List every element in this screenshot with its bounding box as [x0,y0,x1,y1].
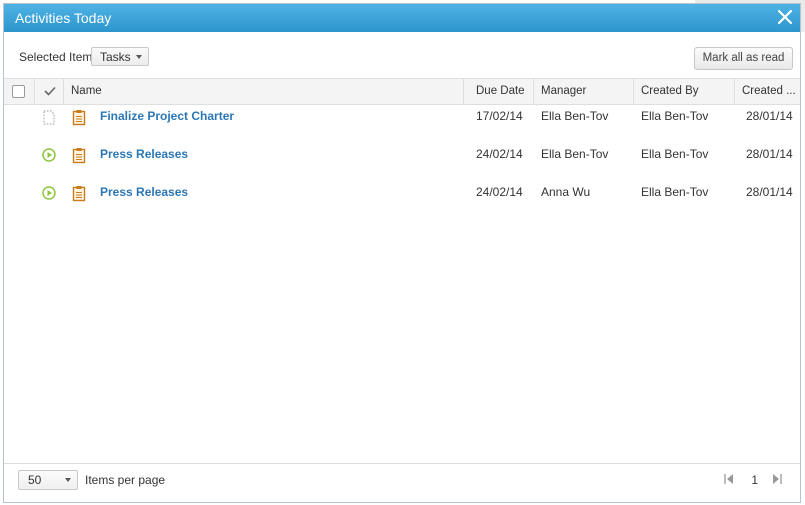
selected-item-label: Selected Item [19,50,93,64]
close-icon[interactable] [776,7,794,27]
page-number[interactable]: 1 [751,473,758,487]
header-name[interactable]: Name [64,79,464,104]
play-circle-icon[interactable] [42,186,56,200]
row-name-link[interactable]: Finalize Project Charter [100,109,234,123]
row-created: 28/01/14 [746,147,793,161]
header-created-by[interactable]: Created By [634,79,735,104]
header-select-all-cell [4,79,35,104]
mark-all-read-button[interactable]: Mark all as read [694,47,793,70]
items-per-page-label: Items per page [85,473,166,487]
items-per-page-value: 50 [28,473,42,487]
play-circle-icon[interactable] [42,148,56,162]
dialog-title-bar: Activities Today [4,4,800,32]
clipboard-icon [72,110,86,126]
activities-dialog: Activities Today Selected Item Tasks Mar… [3,3,801,503]
selected-item-value: Tasks [100,50,131,64]
row-name-link[interactable]: Press Releases [100,147,188,161]
row-created: 28/01/14 [746,185,793,199]
row-created: 28/01/14 [746,109,793,123]
table-row[interactable]: Press Releases 24/02/14 Anna Wu Ella Ben… [4,179,800,217]
row-manager: Ella Ben-Tov [541,147,609,161]
dialog-title: Activities Today [15,10,112,26]
row-due-date: 17/02/14 [476,109,523,123]
row-manager: Ella Ben-Tov [541,109,609,123]
dotted-page-icon [43,110,55,125]
header-manager[interactable]: Manager [534,79,634,104]
header-created[interactable]: Created ... [735,79,800,104]
checkmark-icon [44,86,56,96]
row-created-by: Ella Ben-Tov [641,185,709,199]
toolbar: Selected Item Tasks Mark all as read [4,32,800,78]
header-due-date[interactable]: Due Date [464,79,534,104]
clipboard-icon [72,186,86,202]
items-per-page-select[interactable]: 50 [18,470,78,490]
row-created-by: Ella Ben-Tov [641,147,709,161]
selected-item-dropdown[interactable]: Tasks [91,47,149,66]
previous-page-icon[interactable] [724,473,734,485]
table-row[interactable]: Finalize Project Charter 17/02/14 Ella B… [4,103,800,141]
row-due-date: 24/02/14 [476,147,523,161]
chevron-down-icon [65,478,71,482]
chevron-down-icon [136,55,142,59]
select-all-checkbox[interactable] [12,85,25,98]
row-manager: Anna Wu [541,185,591,199]
next-page-icon[interactable] [772,473,782,485]
grid-footer: 50 Items per page 1 [4,463,800,505]
header-done-cell[interactable] [35,79,64,104]
row-name-link[interactable]: Press Releases [100,185,188,199]
clipboard-icon [72,148,86,164]
grid-header: Name Due Date Manager Created By Created… [4,78,800,105]
row-created-by: Ella Ben-Tov [641,109,709,123]
row-due-date: 24/02/14 [476,185,523,199]
table-row[interactable]: Press Releases 24/02/14 Ella Ben-Tov Ell… [4,141,800,179]
